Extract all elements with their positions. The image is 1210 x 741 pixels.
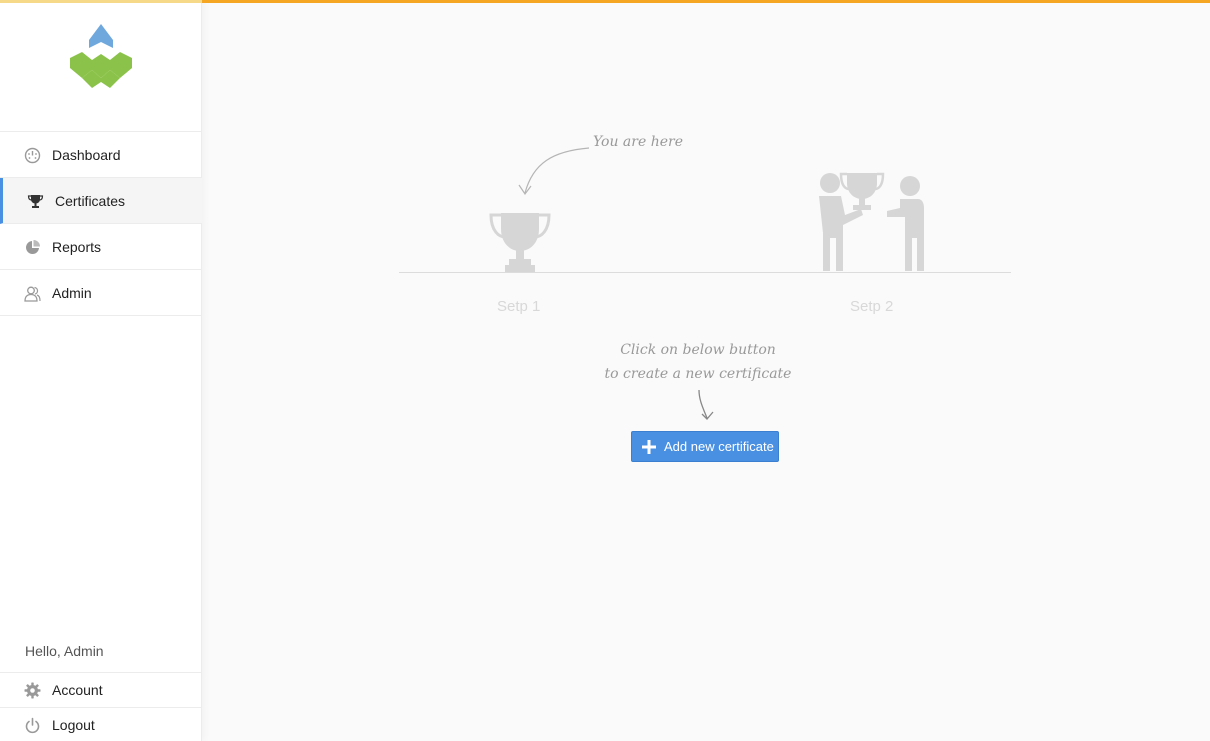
sidebar: Dashboard Certificates Reports Admin Hel…: [0, 0, 202, 741]
logout-link[interactable]: Logout: [0, 708, 202, 741]
down-arrow-icon: [698, 389, 714, 420]
sidebar-nav: Dashboard Certificates Reports Admin: [0, 131, 202, 316]
plus-icon: [642, 439, 656, 454]
trophy-step1-icon: [489, 213, 551, 272]
award-ceremony-icon: [819, 172, 924, 271]
dashboard-gauge-icon: [24, 147, 41, 164]
sidebar-item-label: Certificates: [55, 193, 126, 209]
add-new-certificate-label: Add new certificate: [664, 439, 774, 454]
instruction-line-2: to create a new certificate: [604, 366, 792, 382]
steps-baseline: [399, 272, 1011, 273]
sidebar-bottom-nav: Account Logout: [0, 672, 202, 741]
instruction-hint: Click on below button to create a new ce…: [583, 338, 813, 386]
sidebar-item-label: Admin: [52, 285, 92, 301]
step-2-label: Setp 2: [850, 298, 894, 315]
sidebar-item-label: Reports: [52, 239, 102, 255]
logout-label: Logout: [52, 717, 95, 733]
sidebar-item-certificates[interactable]: Certificates: [0, 178, 202, 224]
main-content: You are here Setp 1 Setp 2 Click on belo…: [203, 3, 1210, 741]
greeting-text: Hello, Admin: [25, 643, 104, 659]
add-new-certificate-button[interactable]: Add new certificate: [631, 431, 779, 462]
trophy-icon: [27, 195, 44, 208]
sidebar-item-label: Dashboard: [52, 147, 121, 163]
top-accent-bar-sidebar: [0, 0, 202, 3]
sidebar-item-reports[interactable]: Reports: [0, 224, 202, 270]
users-icon: [24, 286, 41, 302]
you-are-here-hint: You are here: [593, 134, 683, 150]
account-link[interactable]: Account: [0, 673, 202, 708]
power-icon: [25, 717, 40, 734]
gear-icon: [24, 682, 41, 699]
pie-chart-icon: [26, 240, 40, 254]
logo: [70, 24, 132, 88]
sidebar-item-dashboard[interactable]: Dashboard: [0, 132, 202, 178]
instruction-line-1: Click on below button: [620, 342, 776, 358]
account-label: Account: [52, 682, 103, 698]
sidebar-item-admin[interactable]: Admin: [0, 270, 202, 316]
step-1-label: Setp 1: [497, 298, 541, 315]
curved-arrow-icon: [524, 147, 590, 194]
